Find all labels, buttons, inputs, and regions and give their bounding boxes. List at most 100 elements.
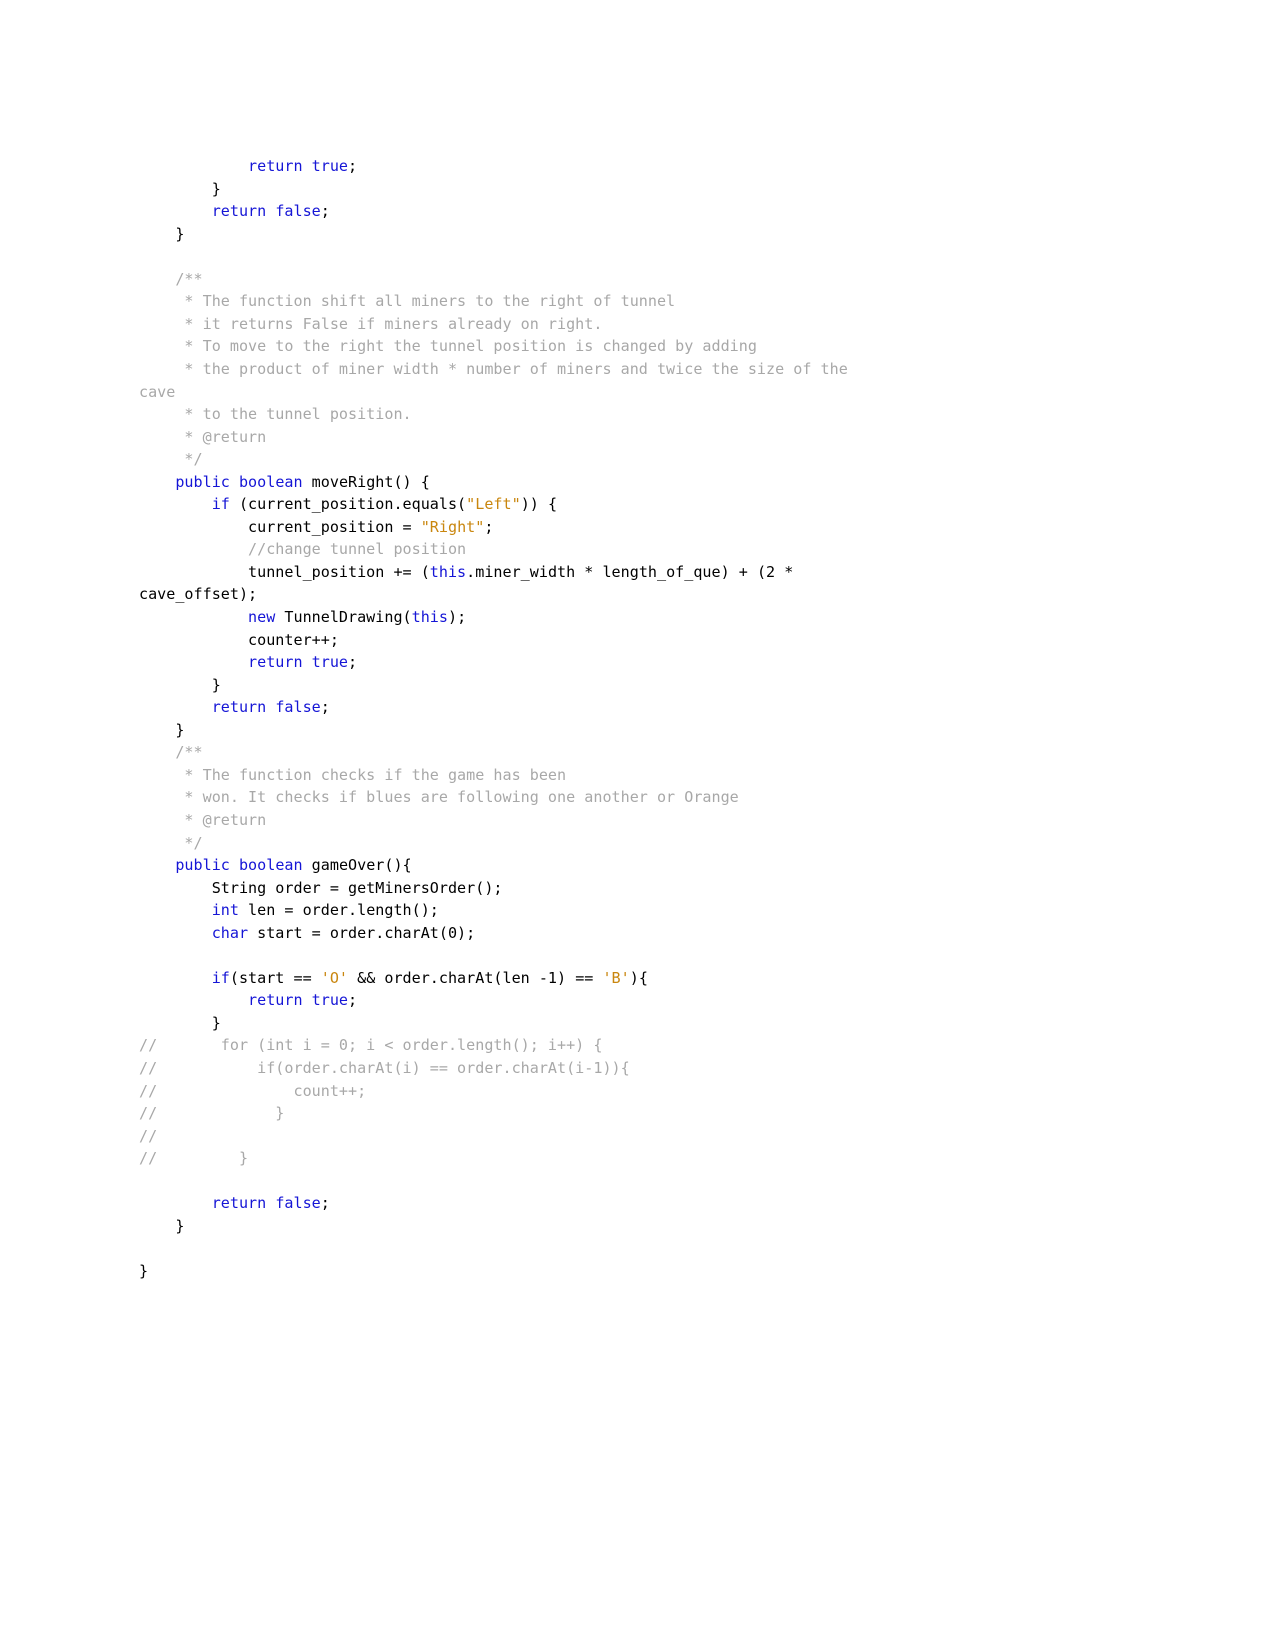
code-token-cmt: //change tunnel position	[139, 540, 467, 559]
code-token-pl: .miner_width * length_of_que) + (2 *	[466, 562, 794, 581]
code-token-kw: public	[139, 472, 230, 491]
code-line: public boolean moveRight() {	[139, 471, 1229, 494]
code-line: cave	[139, 381, 1229, 404]
code-token-cmt: // }	[139, 1104, 285, 1123]
code-token-kw: false	[275, 1194, 321, 1213]
code-token-cmt: // for (int i = 0; i < order.length(); i…	[139, 1036, 603, 1055]
code-listing[interactable]: return true; } return false; } /** * The…	[139, 155, 1229, 1282]
code-token-pl: (current_position.equals(	[229, 495, 467, 514]
code-token-str: 'B'	[602, 968, 630, 987]
code-line: */	[139, 448, 1229, 471]
code-token-pl: )) {	[520, 495, 558, 514]
code-token-pl: len = order.length();	[238, 901, 439, 920]
code-token-str: "Left"	[466, 495, 521, 514]
code-token-pl: ){	[629, 968, 648, 987]
code-token-pl: cave_offset);	[139, 585, 258, 604]
code-token-pl: ;	[484, 517, 494, 536]
code-token-cmt: // }	[139, 1149, 249, 1168]
code-token-kw: this	[411, 608, 448, 627]
code-line: //	[139, 1125, 1229, 1148]
code-line: if(start == 'O' && order.charAt(len -1) …	[139, 967, 1229, 990]
code-token-kw: return	[139, 991, 303, 1010]
code-token-pl: (start ==	[229, 968, 321, 987]
code-line: return true;	[139, 989, 1229, 1012]
code-token-kw: return	[139, 698, 267, 717]
code-line: }	[139, 1215, 1229, 1238]
code-token-pl: gameOver(){	[302, 856, 412, 875]
code-line: * The function shift all miners to the r…	[139, 290, 1229, 313]
code-token-kw: if	[139, 495, 230, 514]
code-line: }	[139, 223, 1229, 246]
code-token-kw: this	[429, 562, 467, 581]
code-token-cmt: */	[139, 450, 203, 469]
code-token-pl: ;	[320, 698, 330, 717]
code-token-kw: if	[139, 968, 230, 987]
code-token-cmt: * it returns False if miners already on …	[139, 314, 603, 333]
code-line: * @return	[139, 426, 1229, 449]
page-canvas: return true; } return false; } /** * The…	[0, 0, 1275, 1651]
code-token-str: 'O'	[320, 968, 349, 987]
code-token-cmt: //	[139, 1126, 158, 1145]
code-line: // }	[139, 1147, 1229, 1170]
code-line: return false;	[139, 200, 1229, 223]
code-token-pl: );	[447, 608, 467, 627]
code-token-pl: && order.charAt(len -1) ==	[348, 968, 603, 987]
code-token-pl: tunnel_position += (	[139, 562, 430, 581]
code-token-pl: }	[139, 1013, 221, 1032]
code-line: String order = getMinersOrder();	[139, 877, 1229, 900]
code-token-kw: true	[311, 157, 349, 176]
code-line: }	[139, 1012, 1229, 1035]
code-line: char start = order.charAt(0);	[139, 922, 1229, 945]
code-token-pl: ;	[348, 653, 358, 672]
code-token-kw: char	[139, 923, 249, 942]
code-token-kw: true	[311, 653, 349, 672]
code-token-kw: return	[139, 157, 303, 176]
code-line: }	[139, 674, 1229, 697]
code-token-pl: ;	[320, 202, 330, 221]
code-line: * the product of miner width * number of…	[139, 358, 1229, 381]
code-token-cmt: /**	[139, 743, 203, 762]
code-token-kw: public	[139, 856, 230, 875]
code-token-kw: false	[275, 202, 321, 221]
code-token-pl: }	[139, 224, 185, 243]
code-line: return false;	[139, 696, 1229, 719]
code-line: tunnel_position += (this.miner_width * l…	[139, 561, 1229, 584]
code-token-cmt: * To move to the right the tunnel positi…	[139, 337, 757, 356]
code-token-pl: ;	[320, 1194, 330, 1213]
code-token-cmt: cave	[139, 382, 176, 401]
code-line: return true;	[139, 651, 1229, 674]
code-token-cmt: * The function shift all miners to the r…	[139, 292, 676, 311]
code-line: /**	[139, 741, 1229, 764]
code-token-cmt: * @return	[139, 427, 267, 446]
code-token-kw: boolean	[238, 472, 303, 491]
code-token-pl: counter++;	[139, 630, 339, 649]
code-line: * to the tunnel position.	[139, 403, 1229, 426]
code-line: //change tunnel position	[139, 538, 1229, 561]
code-line: */	[139, 832, 1229, 855]
code-line: if (current_position.equals("Left")) {	[139, 493, 1229, 516]
code-line: /**	[139, 268, 1229, 291]
code-line: return false;	[139, 1192, 1229, 1215]
code-line: // for (int i = 0; i < order.length(); i…	[139, 1034, 1229, 1057]
code-token-kw: return	[139, 1194, 267, 1213]
code-token-cmt: // count++;	[139, 1081, 367, 1100]
code-token-cmt: * the product of miner width * number of…	[139, 360, 848, 379]
code-token-pl: }	[139, 179, 221, 198]
code-token-cmt: * to the tunnel position.	[139, 405, 412, 424]
code-token-cmt: * @return	[139, 810, 267, 829]
code-token-kw: new	[139, 608, 276, 627]
code-line: return true;	[139, 155, 1229, 178]
code-token-cmt: // if(order.charAt(i) == order.charAt(i-…	[139, 1058, 630, 1077]
code-token-pl: current_position =	[139, 517, 421, 536]
code-line: // count++;	[139, 1080, 1229, 1103]
code-token-pl: String order = getMinersOrder();	[139, 878, 503, 897]
code-line: counter++;	[139, 629, 1229, 652]
code-line: * To move to the right the tunnel positi…	[139, 335, 1229, 358]
code-token-pl: moveRight() {	[302, 472, 430, 491]
